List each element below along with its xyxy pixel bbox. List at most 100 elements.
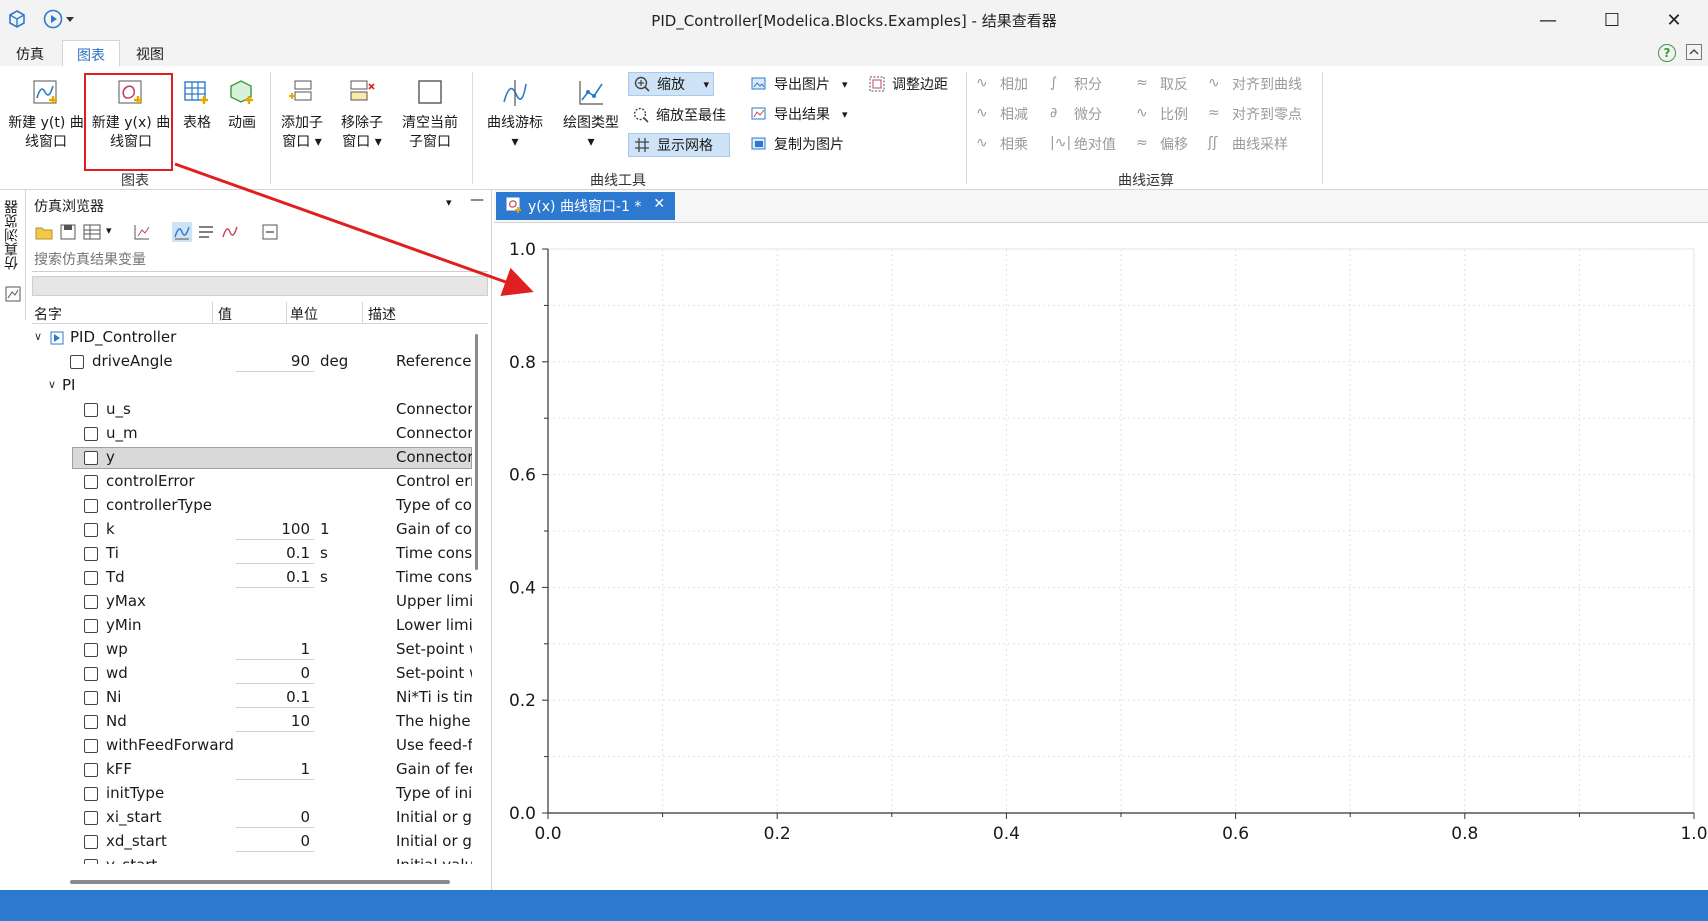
variable-value[interactable]: 100 [236,520,314,540]
variable-row[interactable]: u_s Connector [32,398,472,422]
curve-differentiate-button[interactable]: ∂ 微分 [1050,102,1102,126]
add-subwindow-button[interactable]: 添加子 窗口 ▾ [276,78,328,152]
curve-add-button[interactable]: ∿ 相加 [976,72,1028,96]
column-unit[interactable]: 单位 [290,304,318,324]
variable-row[interactable]: u_m Connector [32,422,472,446]
close-button[interactable]: ✕ [1646,0,1702,40]
list-filter-icon[interactable] [196,222,216,242]
variable-row[interactable]: y Connector [32,446,472,470]
variable-value[interactable]: 10 [236,712,314,732]
variable-checkbox[interactable] [84,475,98,489]
variable-checkbox[interactable] [84,403,98,417]
plot-type-button[interactable]: 绘图类型 ▾ [556,78,626,152]
curve-cursor-button[interactable]: 曲线游标 ▾ [480,78,550,152]
panel-menu-dropdown-icon[interactable]: ▾ [446,196,452,209]
import-data-icon[interactable] [132,222,152,242]
tree-node-row[interactable]: ∨ PID_Controller [32,326,472,350]
export-image-button[interactable]: 导出图片 ▾ [750,72,848,96]
minimize-button[interactable]: — [1520,0,1576,40]
variable-search-input[interactable] [32,248,488,272]
variable-checkbox[interactable] [84,427,98,441]
variable-value[interactable]: 0.1 [236,568,314,588]
variable-row[interactable]: wd 0 Set-point w [32,662,472,686]
curve-multiply-button[interactable]: ∿ 相乘 [976,132,1028,156]
variable-value[interactable]: 0.1 [236,688,314,708]
variable-value[interactable]: 0.1 [236,544,314,564]
variable-checkbox[interactable] [84,691,98,705]
vertical-scrollbar[interactable] [474,324,480,764]
expand-chevron-icon[interactable]: ∨ [48,378,56,391]
grid-view-dropdown-icon[interactable]: ▾ [106,224,112,237]
zoom-button[interactable]: 缩放 ▾ [628,72,714,96]
variable-checkbox[interactable] [70,355,84,369]
variable-row[interactable]: wp 1 Set-point w [32,638,472,662]
tab-simulation[interactable]: 仿真 [2,40,58,66]
open-folder-icon[interactable] [34,222,54,242]
sidebar-chart-icon[interactable] [5,286,21,302]
variable-checkbox[interactable] [84,739,98,753]
new-yt-window-button[interactable]: 新建 y(t) 曲 线窗口 [4,78,88,152]
curve-subtract-button[interactable]: ∿ 相减 [976,102,1028,126]
variable-checkbox[interactable] [84,859,98,864]
zoom-best-fit-button[interactable]: 缩放至最佳 [632,103,726,127]
expand-chevron-icon[interactable]: ∨ [34,330,42,343]
grid-view-icon[interactable] [82,222,102,242]
curve-resample-button[interactable]: ʃʃ 曲线采样 [1208,132,1288,156]
variable-row[interactable]: y_start Initial value [32,854,472,864]
variable-row[interactable]: xi_start 0 Initial or gu [32,806,472,830]
clear-subwindow-button[interactable]: 清空当前 子窗口 [398,78,462,152]
curve-invert-button[interactable]: ≈ 取反 [1136,72,1188,96]
variable-row[interactable]: xd_start 0 Initial or gu [32,830,472,854]
tab-close-icon[interactable]: ✕ [653,196,665,212]
variable-checkbox[interactable] [84,667,98,681]
variable-value[interactable]: 1 [236,640,314,660]
variable-checkbox[interactable] [84,547,98,561]
variable-value[interactable]: 90 [236,352,314,372]
horizontal-scrollbar[interactable] [70,880,450,884]
collapse-all-icon[interactable] [260,222,280,242]
maximize-button[interactable]: ☐ [1584,0,1640,40]
curve-filter-icon[interactable] [172,222,192,242]
curve-scale-button[interactable]: ∿ 比例 [1136,102,1188,126]
save-icon[interactable] [58,222,78,242]
show-grid-toggle[interactable]: 显示网格 [628,133,730,157]
align-to-zero-button[interactable]: ≈ 对齐到零点 [1208,102,1302,126]
zoom-dropdown-icon[interactable]: ▾ [703,78,709,91]
variable-checkbox[interactable] [84,787,98,801]
variable-checkbox[interactable] [84,763,98,777]
variable-row[interactable]: initType Type of ini [32,782,472,806]
variable-checkbox[interactable] [84,835,98,849]
remove-subwindow-button[interactable]: 移除子 窗口 ▾ [336,78,388,152]
variable-row[interactable]: yMin Lower limit [32,614,472,638]
export-result-dropdown-icon[interactable]: ▾ [842,108,848,121]
variable-checkbox[interactable] [84,811,98,825]
variable-row[interactable]: withFeedForward Use feed-fo [32,734,472,758]
variable-row[interactable]: driveAngle 90 deg Reference [32,350,472,374]
variable-checkbox[interactable] [84,619,98,633]
variable-row[interactable]: Nd 10 The higher [32,710,472,734]
variable-row[interactable]: controllerType Type of co [32,494,472,518]
variable-checkbox[interactable] [84,571,98,585]
variable-row[interactable]: yMax Upper limi [32,590,472,614]
variable-row[interactable]: k 100 1 Gain of cor [32,518,472,542]
curve-integrate-button[interactable]: ∫ 积分 [1050,72,1102,96]
animation-button[interactable]: 动画 [222,78,262,133]
tab-view[interactable]: 视图 [122,40,178,66]
curve-abs-button[interactable]: |∿| 绝对值 [1050,132,1116,156]
yx-chart[interactable]: 0.0 0.2 0.4 0.6 0.8 1.0 0.0 0.2 0.4 0.6 0.8 1.0 [494,223,1708,891]
variable-checkbox[interactable] [84,595,98,609]
column-description[interactable]: 描述 [368,304,396,324]
copy-as-image-button[interactable]: 复制为图片 [750,132,844,156]
curve-offset-button[interactable]: ≈ 偏移 [1136,132,1188,156]
table-button[interactable]: 表格 [178,78,216,133]
sidebar-tab-simulation-browser[interactable]: 仿真浏览器 [0,190,26,320]
variable-value[interactable]: 0 [236,808,314,828]
variable-checkbox[interactable] [84,523,98,537]
plot-area[interactable]: 0.0 0.2 0.4 0.6 0.8 1.0 0.0 0.2 0.4 0.6 0.8 1.0 [494,222,1708,890]
variable-row[interactable]: kFF 1 Gain of fee [32,758,472,782]
variable-checkbox[interactable] [84,499,98,513]
column-value[interactable]: 值 [218,304,232,324]
variable-checkbox[interactable] [84,643,98,657]
export-image-dropdown-icon[interactable]: ▾ [842,78,848,91]
tab-chart[interactable]: 图表 [62,40,120,66]
